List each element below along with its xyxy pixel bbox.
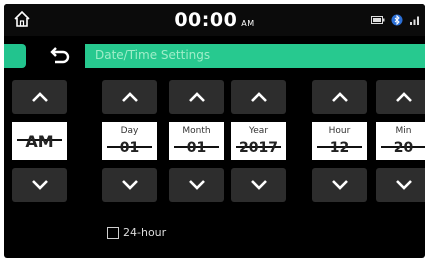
display-frame: 00:00 AM Date/Time Settings AM Day 01 Mo…	[4, 4, 425, 258]
min-value: 20	[393, 140, 414, 156]
year-value: 2017	[239, 140, 278, 156]
day-label: Day	[120, 126, 139, 136]
chevron-down-icon	[395, 180, 412, 190]
min-label: Min	[395, 126, 412, 136]
header-bar: Date/Time Settings	[4, 44, 425, 68]
chevron-down-icon	[250, 180, 267, 190]
chevron-up-icon	[188, 92, 205, 102]
day-up-button[interactable]	[102, 80, 157, 114]
chevron-up-icon	[331, 92, 348, 102]
hour-value-box[interactable]: Hour 12	[312, 122, 367, 160]
min-up-button[interactable]	[376, 80, 425, 114]
year-value-box[interactable]: Year 2017	[231, 122, 286, 160]
spinner-min: Min 20	[376, 80, 425, 202]
spinner-day: Day 01	[102, 80, 157, 202]
clock-ampm: AM	[241, 19, 255, 28]
status-icons	[371, 14, 421, 26]
ampm-value-box[interactable]: AM	[12, 122, 67, 160]
spinner-hour: Hour 12	[312, 80, 367, 202]
chevron-up-icon	[250, 92, 267, 102]
spinner-ampm: AM	[12, 80, 67, 202]
status-bar: 00:00 AM	[4, 4, 425, 36]
hour-value: 12	[329, 140, 350, 156]
hour-up-button[interactable]	[312, 80, 367, 114]
back-icon	[50, 47, 70, 64]
page-title: Date/Time Settings	[95, 48, 211, 62]
year-down-button[interactable]	[231, 168, 286, 202]
month-value: 01	[186, 140, 207, 156]
month-label: Month	[182, 126, 211, 136]
month-value-box[interactable]: Month 01	[169, 122, 224, 160]
day-value-box[interactable]: Day 01	[102, 122, 157, 160]
spinner-year: Year 2017	[231, 80, 286, 202]
chevron-up-icon	[121, 92, 138, 102]
chevron-down-icon	[331, 180, 348, 190]
hour24-checkbox[interactable]	[107, 226, 119, 239]
chevron-down-icon	[31, 180, 48, 190]
clock: 00:00 AM	[4, 9, 425, 31]
hour-down-button[interactable]	[312, 168, 367, 202]
day-down-button[interactable]	[102, 168, 157, 202]
ampm-up-button[interactable]	[12, 80, 67, 114]
chevron-down-icon	[121, 180, 138, 190]
min-down-button[interactable]	[376, 168, 425, 202]
chevron-up-icon	[395, 92, 412, 102]
bluetooth-icon	[391, 14, 403, 26]
year-label: Year	[248, 126, 269, 136]
screen: 00:00 AM Date/Time Settings AM Day 01 Mo…	[0, 0, 429, 260]
back-button[interactable]	[31, 44, 85, 68]
hour24-option[interactable]: 24-hour	[107, 226, 166, 239]
min-value-box[interactable]: Min 20	[376, 122, 425, 160]
hour24-label: 24-hour	[123, 226, 167, 239]
chevron-up-icon	[31, 92, 48, 102]
signal-icon	[410, 16, 419, 25]
year-up-button[interactable]	[231, 80, 286, 114]
chevron-down-icon	[188, 180, 205, 190]
header-left-tab	[4, 44, 26, 68]
day-value: 01	[119, 140, 140, 156]
hour-label: Hour	[328, 126, 351, 136]
month-down-button[interactable]	[169, 168, 224, 202]
battery-icon	[371, 16, 385, 24]
ampm-down-button[interactable]	[12, 168, 67, 202]
clock-time: 00:00	[174, 9, 238, 31]
month-up-button[interactable]	[169, 80, 224, 114]
spinner-month: Month 01	[169, 80, 224, 202]
ampm-value: AM	[25, 132, 54, 151]
